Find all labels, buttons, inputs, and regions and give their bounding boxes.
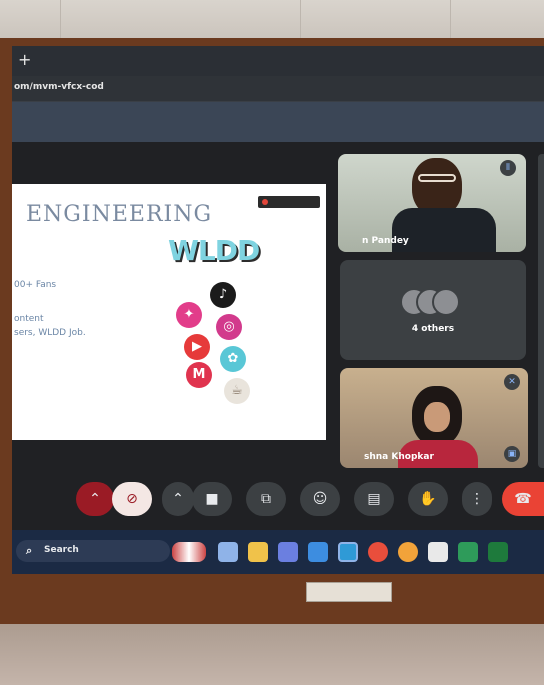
photo-scene: + om/mvm-vfcx-cod ENGINEERING 00+ Fans o… [0, 0, 544, 685]
others-label: 4 others [411, 324, 455, 334]
instagram-icon: ◎ [216, 314, 242, 340]
participant-tile-others[interactable]: 4 others [340, 260, 526, 360]
wldd-logo: WLDD [168, 234, 260, 267]
meeting-controls: ⌃ ⊘ ⌃ ■ ⧉ ☺ ▤ ✋ ⋮ ☎ [12, 474, 544, 524]
slide-text-line: 00+ Fans [14, 280, 57, 290]
present-icon: ⧉ [261, 491, 271, 507]
leave-call-button[interactable]: ☎ [502, 482, 544, 516]
mic-options-button[interactable]: ⌃ [76, 482, 114, 516]
camera-toggle-button[interactable]: ■ [192, 482, 232, 516]
address-url[interactable]: om/mvm-vfcx-cod [14, 82, 104, 92]
participant-tile-third[interactable]: ✕ ▣ shna Khopkar [340, 368, 528, 468]
file-explorer-icon[interactable] [248, 542, 268, 562]
chevron-up-icon: ⌃ [89, 491, 101, 507]
present-button[interactable]: ⧉ [246, 482, 286, 516]
search-label: Search [44, 545, 79, 555]
raise-hand-button[interactable]: ✋ [408, 482, 448, 516]
captions-icon: ▤ [367, 491, 381, 507]
wall-panel [60, 0, 130, 40]
more-icon: ⋮ [470, 491, 484, 507]
wall-outlet [306, 582, 392, 602]
moj-icon: ✦ [176, 302, 202, 328]
chrome-icon[interactable] [368, 542, 388, 562]
captions-button[interactable]: ▤ [354, 482, 394, 516]
glasses [418, 174, 456, 182]
participant-name: shna Khopkar [364, 452, 434, 462]
pin-icon[interactable]: ▣ [504, 446, 520, 462]
windows-taskbar: ⌕ Search [12, 530, 544, 574]
store-icon[interactable] [428, 542, 448, 562]
speaking-indicator-icon: ⦀ [500, 160, 516, 176]
firefox-icon[interactable] [398, 542, 418, 562]
bookmarks-bar [12, 102, 544, 142]
shared-presentation: ENGINEERING 00+ Fans ontent sers, WLDD J… [12, 184, 326, 440]
participant-tile-speaker[interactable]: ⦀ n Pandey [338, 154, 526, 252]
edge-icon[interactable] [338, 542, 358, 562]
search-icon: ⌕ [26, 544, 33, 557]
mascot-icon: ☕ [224, 378, 250, 404]
end-call-icon: ☎ [514, 491, 532, 507]
meeting-area: ENGINEERING 00+ Fans ontent sers, WLDD J… [12, 142, 544, 574]
tiktok-icon: ♪ [210, 282, 236, 308]
wall-panel [300, 0, 370, 40]
copilot-icon[interactable] [308, 542, 328, 562]
emoji-icon: ☺ [312, 491, 328, 507]
floor [0, 624, 544, 685]
browser-tabbar: + [12, 46, 544, 76]
gmail-icon: M [186, 362, 212, 388]
task-view-icon[interactable] [218, 542, 238, 562]
raise-hand-icon: ✋ [419, 491, 437, 507]
avatar-group [400, 288, 470, 318]
display-screen: + om/mvm-vfcx-cod ENGINEERING 00+ Fans o… [12, 46, 544, 574]
app-icon[interactable] [488, 542, 508, 562]
chingari-icon: ✿ [220, 346, 246, 372]
mic-toggle-button[interactable]: ⊘ [112, 482, 152, 516]
youtube-icon: ▶ [184, 334, 210, 360]
camera-icon: ■ [205, 491, 219, 507]
taskbar-search[interactable]: ⌕ Search [16, 540, 170, 562]
chevron-up-icon: ⌃ [172, 491, 184, 507]
new-tab-button[interactable]: + [18, 50, 31, 69]
mic-off-icon: ✕ [504, 374, 520, 390]
more-options-button[interactable]: ⋮ [462, 482, 492, 516]
teams-icon[interactable] [278, 542, 298, 562]
excel-icon[interactable] [458, 542, 478, 562]
slide-title: ENGINEERING [26, 202, 213, 227]
recording-dot-icon [262, 199, 268, 205]
address-bar[interactable]: om/mvm-vfcx-cod [12, 76, 544, 102]
participant-name: n Pandey [362, 236, 409, 246]
participant-tile-edge [538, 154, 544, 468]
reactions-button[interactable]: ☺ [300, 482, 340, 516]
camera-options-button[interactable]: ⌃ [162, 482, 194, 516]
wall-panel [450, 0, 520, 40]
mic-off-icon: ⊘ [126, 491, 138, 507]
avatar [432, 288, 460, 316]
slide-text-line: sers, WLDD Job. [14, 328, 86, 338]
presenter-minibar[interactable] [258, 196, 320, 208]
participant-face [424, 402, 450, 432]
slide-text-line: ontent [14, 314, 44, 324]
news-widget-icon[interactable] [172, 542, 206, 562]
